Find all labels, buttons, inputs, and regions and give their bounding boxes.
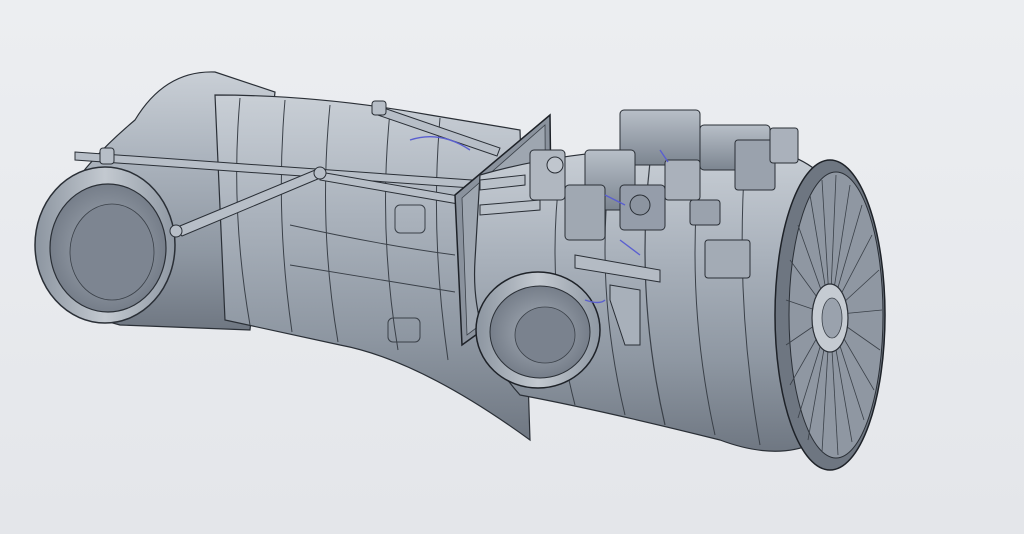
fan-inlet [774,159,886,471]
cad-viewport[interactable] [0,0,1024,534]
engine-model-render [34,71,886,471]
side-intake-ring [475,271,601,389]
